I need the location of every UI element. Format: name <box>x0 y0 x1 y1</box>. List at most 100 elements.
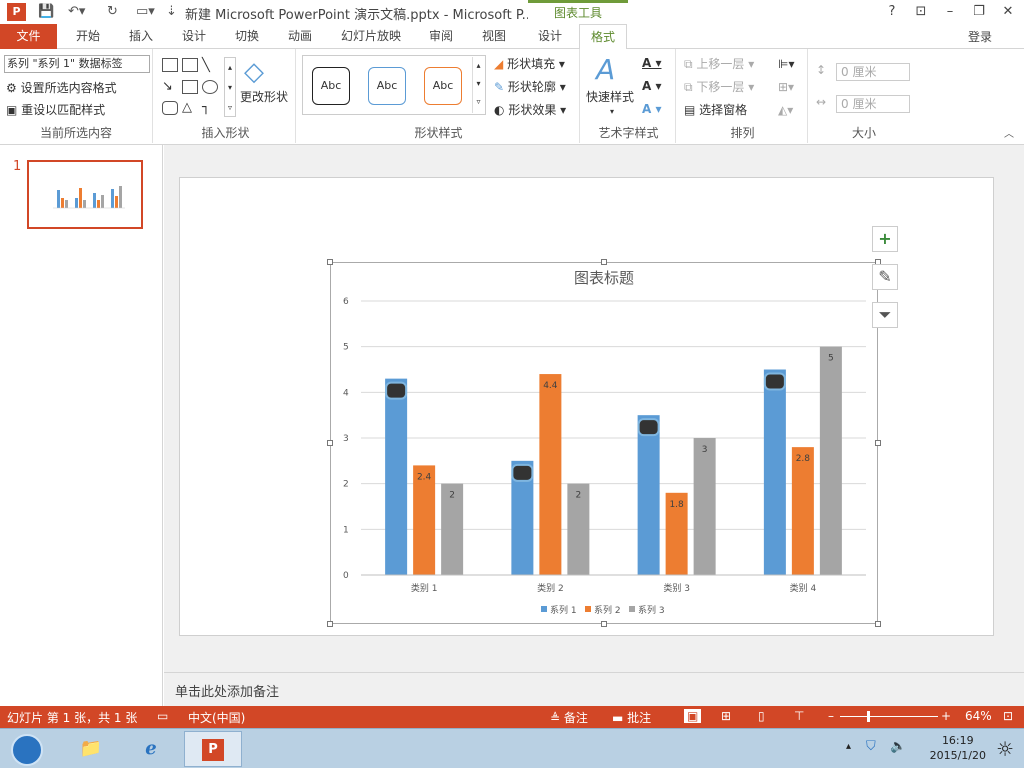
slide-canvas[interactable]: 图表标题 0 1 2 3 4 5 6 类别 1 类别 2 类别 3 类别 4 2.4 4.4 1.8 2.8 2… <box>179 177 994 636</box>
bar-series-3[interactable] <box>693 438 716 575</box>
chart-styles-brush-icon[interactable]: ✎ <box>872 264 898 290</box>
data-label[interactable]: 3 <box>702 445 708 455</box>
x-category-label[interactable]: 类别 4 <box>790 582 817 594</box>
bar-chart[interactable]: 图表标题 0 1 2 3 4 5 6 类别 1 类别 2 类别 3 类别 4 2.4 4.4 1.8 2.8 2… <box>331 263 877 623</box>
shape-effects-button[interactable]: ◐ 形状效果 ▾ <box>494 102 566 118</box>
shape-style-gallery-scroll[interactable]: ▴ ▾ ▿ <box>472 57 484 113</box>
powerpoint-logo-icon[interactable]: P <box>7 3 26 21</box>
bar-series-2[interactable] <box>539 374 562 575</box>
height-input[interactable]: 0 厘米 <box>836 63 910 81</box>
triangle-shape-icon[interactable]: △ <box>182 100 192 115</box>
y-tick-label[interactable]: 1 <box>343 525 349 535</box>
rectangle-shape-icon[interactable] <box>182 80 198 94</box>
change-shape-button[interactable]: 更改形状 <box>240 89 288 105</box>
bar-series-1[interactable] <box>385 378 408 575</box>
shapes-gallery-scroll[interactable]: ▴ ▾ ▿ <box>224 57 236 117</box>
file-explorer-icon[interactable]: 📁 <box>62 731 120 767</box>
selected-data-label[interactable] <box>385 381 408 400</box>
data-label[interactable]: 2 <box>449 491 455 501</box>
shape-style-black[interactable]: Abc <box>312 67 350 105</box>
slideshow-view-icon[interactable]: ⊤ <box>794 709 804 723</box>
text-effects-icon[interactable]: A ▾ <box>642 101 662 117</box>
y-tick-label[interactable]: 2 <box>343 480 349 490</box>
save-icon[interactable]: 💾 <box>38 3 54 21</box>
volume-icon[interactable]: 🔈 <box>890 739 906 754</box>
slide-thumbnail[interactable] <box>27 160 143 229</box>
chart-object[interactable]: 图表标题 0 1 2 3 4 5 6 类别 1 类别 2 类别 3 类别 4 2.4 4.4 1.8 2.8 2… <box>327 259 881 627</box>
bar-series-1[interactable] <box>637 415 660 575</box>
align-icon[interactable]: ⊫▾ <box>778 56 794 72</box>
powerpoint-taskbar-icon[interactable]: P <box>184 731 242 767</box>
connector-shape-icon[interactable]: ┐ <box>202 100 210 115</box>
reset-style-button[interactable]: ▣ 重设以匹配样式 <box>6 102 105 118</box>
y-tick-label[interactable]: 5 <box>343 343 349 353</box>
line-shape-icon[interactable]: ╲ <box>202 58 210 73</box>
tab-file[interactable]: 文件 <box>0 24 57 49</box>
zoom-slider[interactable] <box>840 716 938 717</box>
internet-explorer-icon[interactable]: ℯ <box>122 731 180 767</box>
rounded-rectangle-shape-icon[interactable] <box>162 101 178 115</box>
action-center-icon[interactable]: ⛉ <box>866 739 876 754</box>
slide-sorter-icon[interactable]: ⊞ <box>721 709 731 723</box>
zoom-slider-thumb[interactable] <box>867 711 870 722</box>
maximize-button[interactable]: ❐ <box>967 2 991 22</box>
data-label[interactable]: 5 <box>828 354 834 364</box>
text-fill-icon[interactable]: A ▾ <box>642 55 662 71</box>
selection-pane-button[interactable]: ▤ 选择窗格 <box>684 102 747 118</box>
data-label[interactable]: 2.4 <box>417 472 432 482</box>
rotate-icon[interactable]: ◭▾ <box>778 102 793 118</box>
spellcheck-icon[interactable]: ▭ <box>157 709 168 723</box>
resize-handle-tl[interactable] <box>327 259 333 265</box>
y-tick-label[interactable]: 4 <box>343 388 349 398</box>
textbox-shape-icon[interactable] <box>162 58 178 72</box>
notes-toggle-button[interactable]: ≜ 备注 <box>550 709 588 726</box>
legend-swatch-series-1[interactable] <box>541 606 547 612</box>
chart-title[interactable]: 图表标题 <box>574 269 634 287</box>
shape-fill-button[interactable]: ◢ 形状填充 ▾ <box>494 56 565 72</box>
sign-in-link[interactable]: 登录 <box>968 28 992 45</box>
tab-view[interactable]: 视图 <box>474 24 514 49</box>
minimize-button[interactable]: – <box>938 2 962 22</box>
close-button[interactable]: ✕ <box>996 2 1020 22</box>
text-outline-icon[interactable]: A ▾ <box>642 78 662 94</box>
data-label[interactable]: 2.8 <box>796 454 811 464</box>
bring-forward-button[interactable]: ⧉ 上移一层 ▾ <box>684 56 754 72</box>
reading-view-icon[interactable]: ▯ <box>758 709 765 723</box>
data-label[interactable]: 1.8 <box>669 500 684 510</box>
tab-insert[interactable]: 插入 <box>121 24 161 49</box>
zoom-out-button[interactable]: – <box>828 709 834 723</box>
resize-handle-l[interactable] <box>327 440 333 446</box>
comments-toggle-button[interactable]: ▬ 批注 <box>612 709 651 726</box>
x-category-label[interactable]: 类别 3 <box>663 582 690 594</box>
bar-series-3[interactable] <box>819 346 842 575</box>
chart-elements-plus-icon[interactable]: + <box>872 226 898 252</box>
vertical-textbox-shape-icon[interactable] <box>182 58 198 72</box>
tab-home[interactable]: 开始 <box>68 24 108 49</box>
resize-handle-br[interactable] <box>875 621 881 627</box>
tab-chart-design[interactable]: 设计 <box>530 24 570 49</box>
chart-elements-dropdown[interactable]: 系列 "系列 1" 数据标签 <box>4 55 150 73</box>
ribbon-display-options-icon[interactable]: ⊡ <box>909 2 933 22</box>
data-label[interactable]: 2 <box>576 491 582 501</box>
shape-style-blue[interactable]: Abc <box>368 67 406 105</box>
format-selection-button[interactable]: ⚙ 设置所选内容格式 <box>6 80 117 96</box>
chart-filter-funnel-icon[interactable]: ⏷ <box>872 302 898 328</box>
quick-styles-button[interactable]: 快速样式 <box>586 89 634 105</box>
notes-pane[interactable]: 单击此处添加备注 <box>164 672 1024 706</box>
shape-style-orange[interactable]: Abc <box>424 67 462 105</box>
bar-series-2[interactable] <box>791 447 814 575</box>
start-slideshow-icon[interactable]: ▭▾ <box>136 3 155 21</box>
tab-chart-format[interactable]: 格式 <box>579 24 627 50</box>
shape-outline-button[interactable]: ✎ 形状轮廓 ▾ <box>494 79 566 95</box>
undo-icon[interactable]: ↶▾ <box>68 3 85 21</box>
width-input[interactable]: 0 厘米 <box>836 95 910 113</box>
x-category-label[interactable]: 类别 1 <box>411 582 438 594</box>
system-clock[interactable]: 16:19 2015/1/20 <box>930 733 986 763</box>
data-label[interactable]: 4.4 <box>543 381 558 391</box>
redo-icon[interactable]: ↻ <box>107 3 118 21</box>
oval-shape-icon[interactable] <box>202 80 218 94</box>
show-hidden-icons-icon[interactable]: ▴ <box>846 741 851 752</box>
zoom-level[interactable]: 64% <box>965 709 992 723</box>
zoom-in-button[interactable]: + <box>941 709 951 723</box>
resize-handle-r[interactable] <box>875 440 881 446</box>
